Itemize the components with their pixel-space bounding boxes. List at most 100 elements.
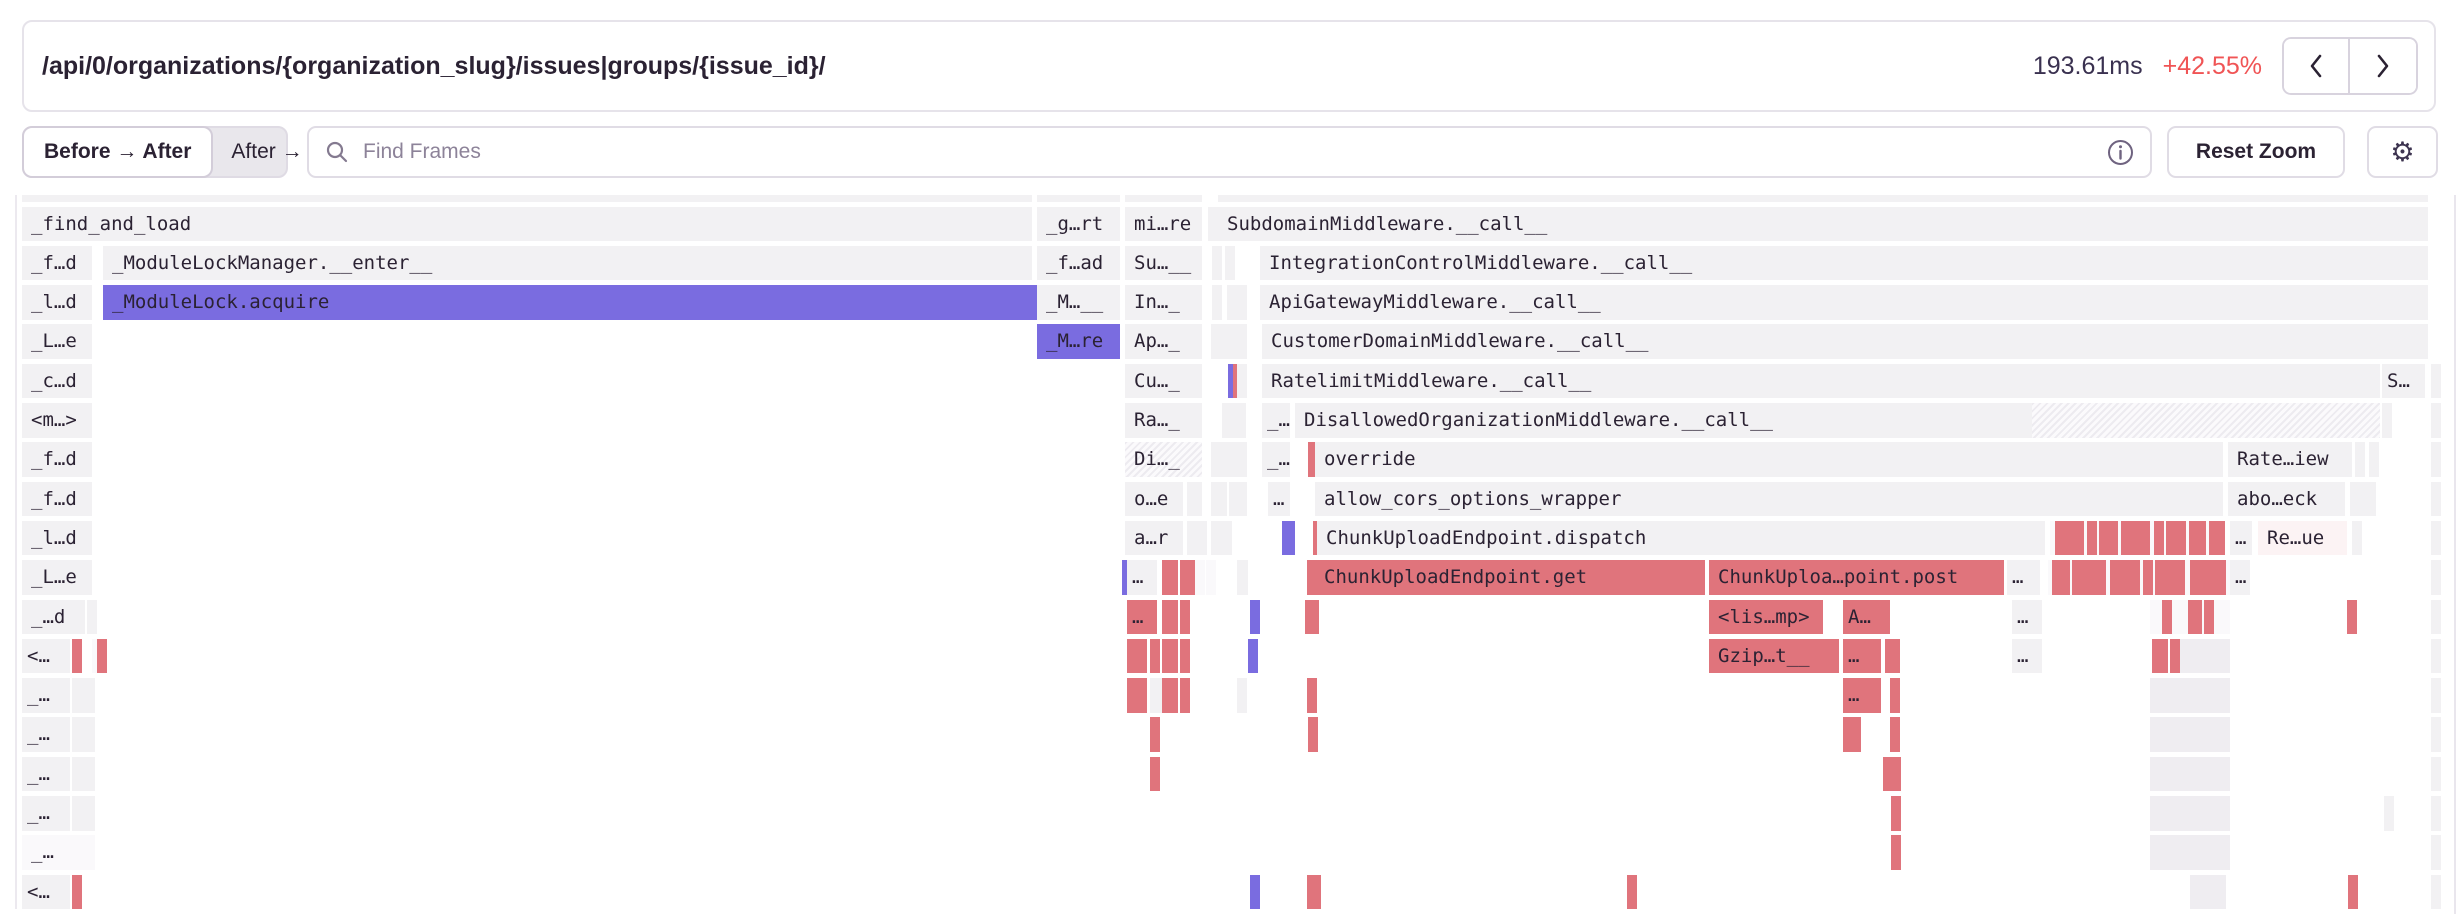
flame-frame[interactable] — [2127, 560, 2140, 595]
flame-frame[interactable]: Ra…_ — [1125, 403, 1202, 438]
flame-frame[interactable] — [1843, 717, 1861, 752]
flame-frame[interactable] — [2431, 442, 2441, 477]
flame-frame[interactable]: … — [2230, 521, 2252, 556]
flame-frame[interactable]: _ModuleLock.acquire — [103, 285, 1032, 320]
flame-frame[interactable] — [2347, 600, 2357, 635]
flame-frame[interactable] — [2216, 560, 2226, 595]
flame-frame[interactable]: <… — [22, 875, 70, 910]
flame-frame[interactable] — [72, 875, 82, 910]
find-frames-search[interactable] — [307, 126, 2152, 178]
flame-frame[interactable]: ChunkUploadEndpoint.get — [1315, 560, 1705, 595]
flame-frame[interactable] — [1195, 560, 1205, 595]
flame-frame[interactable] — [72, 796, 95, 831]
flame-frame[interactable] — [2431, 717, 2441, 752]
flame-frame[interactable]: Rate…iew — [2228, 442, 2352, 477]
flame-frame[interactable] — [2431, 796, 2441, 831]
flame-frame[interactable]: … — [1843, 639, 1881, 674]
flame-frame[interactable]: S… — [2382, 364, 2425, 399]
flame-frame[interactable]: _l…d — [22, 285, 92, 320]
next-button[interactable] — [2350, 39, 2416, 93]
flame-frame[interactable] — [2150, 796, 2230, 831]
flame-frame[interactable]: _find_and_load — [22, 207, 1032, 242]
flame-frame[interactable]: a…r — [1125, 521, 1183, 556]
flame-frame[interactable] — [2431, 835, 2441, 870]
flame-frame[interactable]: … — [1127, 600, 1157, 635]
flame-frame[interactable]: _l…d — [22, 521, 92, 556]
flame-frame[interactable]: … — [1127, 560, 1157, 595]
flame-frame[interactable]: IntegrationControlMiddleware.__call__ — [1260, 246, 2428, 281]
flame-frame[interactable]: _… — [22, 796, 70, 831]
flame-frame[interactable]: Gzip…t__ — [1709, 639, 1839, 674]
flame-frame[interactable] — [2355, 442, 2365, 477]
flame-frame[interactable]: _f…d — [22, 482, 92, 517]
flame-frame[interactable] — [72, 678, 95, 713]
search-input[interactable] — [361, 139, 2095, 165]
flame-frame[interactable] — [2087, 521, 2097, 556]
flame-frame[interactable] — [2431, 600, 2441, 635]
flame-frame[interactable] — [1309, 600, 1319, 635]
flame-frame[interactable] — [2366, 482, 2376, 517]
flame-frame[interactable] — [1237, 678, 1247, 713]
flame-frame[interactable] — [2431, 875, 2441, 910]
flame-frame[interactable] — [2382, 403, 2392, 438]
flame-frame[interactable]: o…e — [1125, 482, 1183, 517]
flame-frame[interactable] — [2180, 639, 2230, 674]
flame-frame[interactable] — [1311, 875, 1321, 910]
flame-frame[interactable] — [2072, 560, 2082, 595]
flame-frame[interactable] — [1206, 560, 1216, 595]
flame-frame[interactable] — [1230, 403, 1246, 438]
flame-frame[interactable] — [2204, 600, 2214, 635]
flame-frame[interactable] — [2150, 835, 2230, 870]
flame-frame[interactable]: _ModuleLockManager.__enter__ — [103, 246, 1032, 281]
flame-frame[interactable] — [2190, 875, 2226, 910]
flame-frame[interactable] — [1218, 195, 2428, 202]
flame-frame[interactable] — [1212, 285, 1222, 320]
flame-frame[interactable] — [1229, 482, 1247, 517]
flame-frame[interactable] — [2150, 757, 2230, 792]
flame-frame[interactable]: RatelimitMiddleware.__call__ — [1262, 364, 2380, 399]
flame-frame[interactable]: Re…ue — [2258, 521, 2347, 556]
reset-zoom-button[interactable]: Reset Zoom — [2167, 126, 2345, 178]
flame-frame[interactable]: A… — [1843, 600, 1890, 635]
flame-frame[interactable] — [1237, 560, 1248, 595]
flame-frame[interactable] — [2348, 875, 2358, 910]
flame-frame[interactable] — [72, 717, 95, 752]
flame-frame[interactable] — [2431, 639, 2441, 674]
info-icon[interactable] — [2107, 139, 2134, 166]
flame-frame[interactable] — [1307, 678, 1317, 713]
flame-frame[interactable] — [1127, 678, 1147, 713]
flame-frame[interactable] — [2431, 678, 2441, 713]
flame-frame[interactable]: _… — [22, 835, 95, 870]
flame-frame[interactable] — [2196, 521, 2206, 556]
flame-frame[interactable]: In…_ — [1125, 285, 1202, 320]
flame-frame[interactable]: abo…eck — [2228, 482, 2345, 517]
flame-frame[interactable] — [2143, 560, 2153, 595]
flame-frame[interactable] — [1225, 246, 1235, 281]
flame-frame[interactable]: … — [2012, 600, 2042, 635]
flame-frame[interactable] — [1891, 796, 1901, 831]
flame-frame[interactable]: _… — [22, 757, 70, 792]
flame-frame[interactable]: mi…re — [1125, 207, 1202, 242]
flame-frame[interactable] — [2431, 364, 2441, 399]
flame-frame[interactable]: _L…e — [22, 324, 92, 359]
flame-frame[interactable] — [2106, 521, 2118, 556]
flame-frame[interactable] — [2431, 560, 2441, 595]
flame-frame[interactable] — [1162, 600, 1178, 635]
flame-frame[interactable] — [97, 639, 107, 674]
flame-frame[interactable]: ApiGatewayMiddleware.__call__ — [1260, 285, 2428, 320]
flame-frame[interactable] — [1180, 678, 1190, 713]
flame-frame[interactable] — [1308, 717, 1318, 752]
flame-frame[interactable]: <lis…mp> — [1709, 600, 1823, 635]
flame-frame[interactable]: _… — [1262, 442, 1290, 477]
flame-frame[interactable]: CustomerDomainMiddleware.__call__ — [1262, 324, 2428, 359]
flame-frame[interactable] — [2072, 521, 2084, 556]
flame-frame[interactable] — [2431, 757, 2441, 792]
flame-frame[interactable]: Ap…_ — [1125, 324, 1202, 359]
flame-frame[interactable] — [2154, 521, 2164, 556]
flame-frame[interactable] — [2431, 403, 2441, 438]
flame-frame[interactable] — [1180, 639, 1190, 674]
flame-frame[interactable] — [1187, 521, 1197, 556]
flame-frame[interactable] — [1208, 207, 1218, 242]
flame-frame[interactable] — [2352, 521, 2362, 556]
flame-frame[interactable]: ChunkUploa…point.post — [1709, 560, 2004, 595]
